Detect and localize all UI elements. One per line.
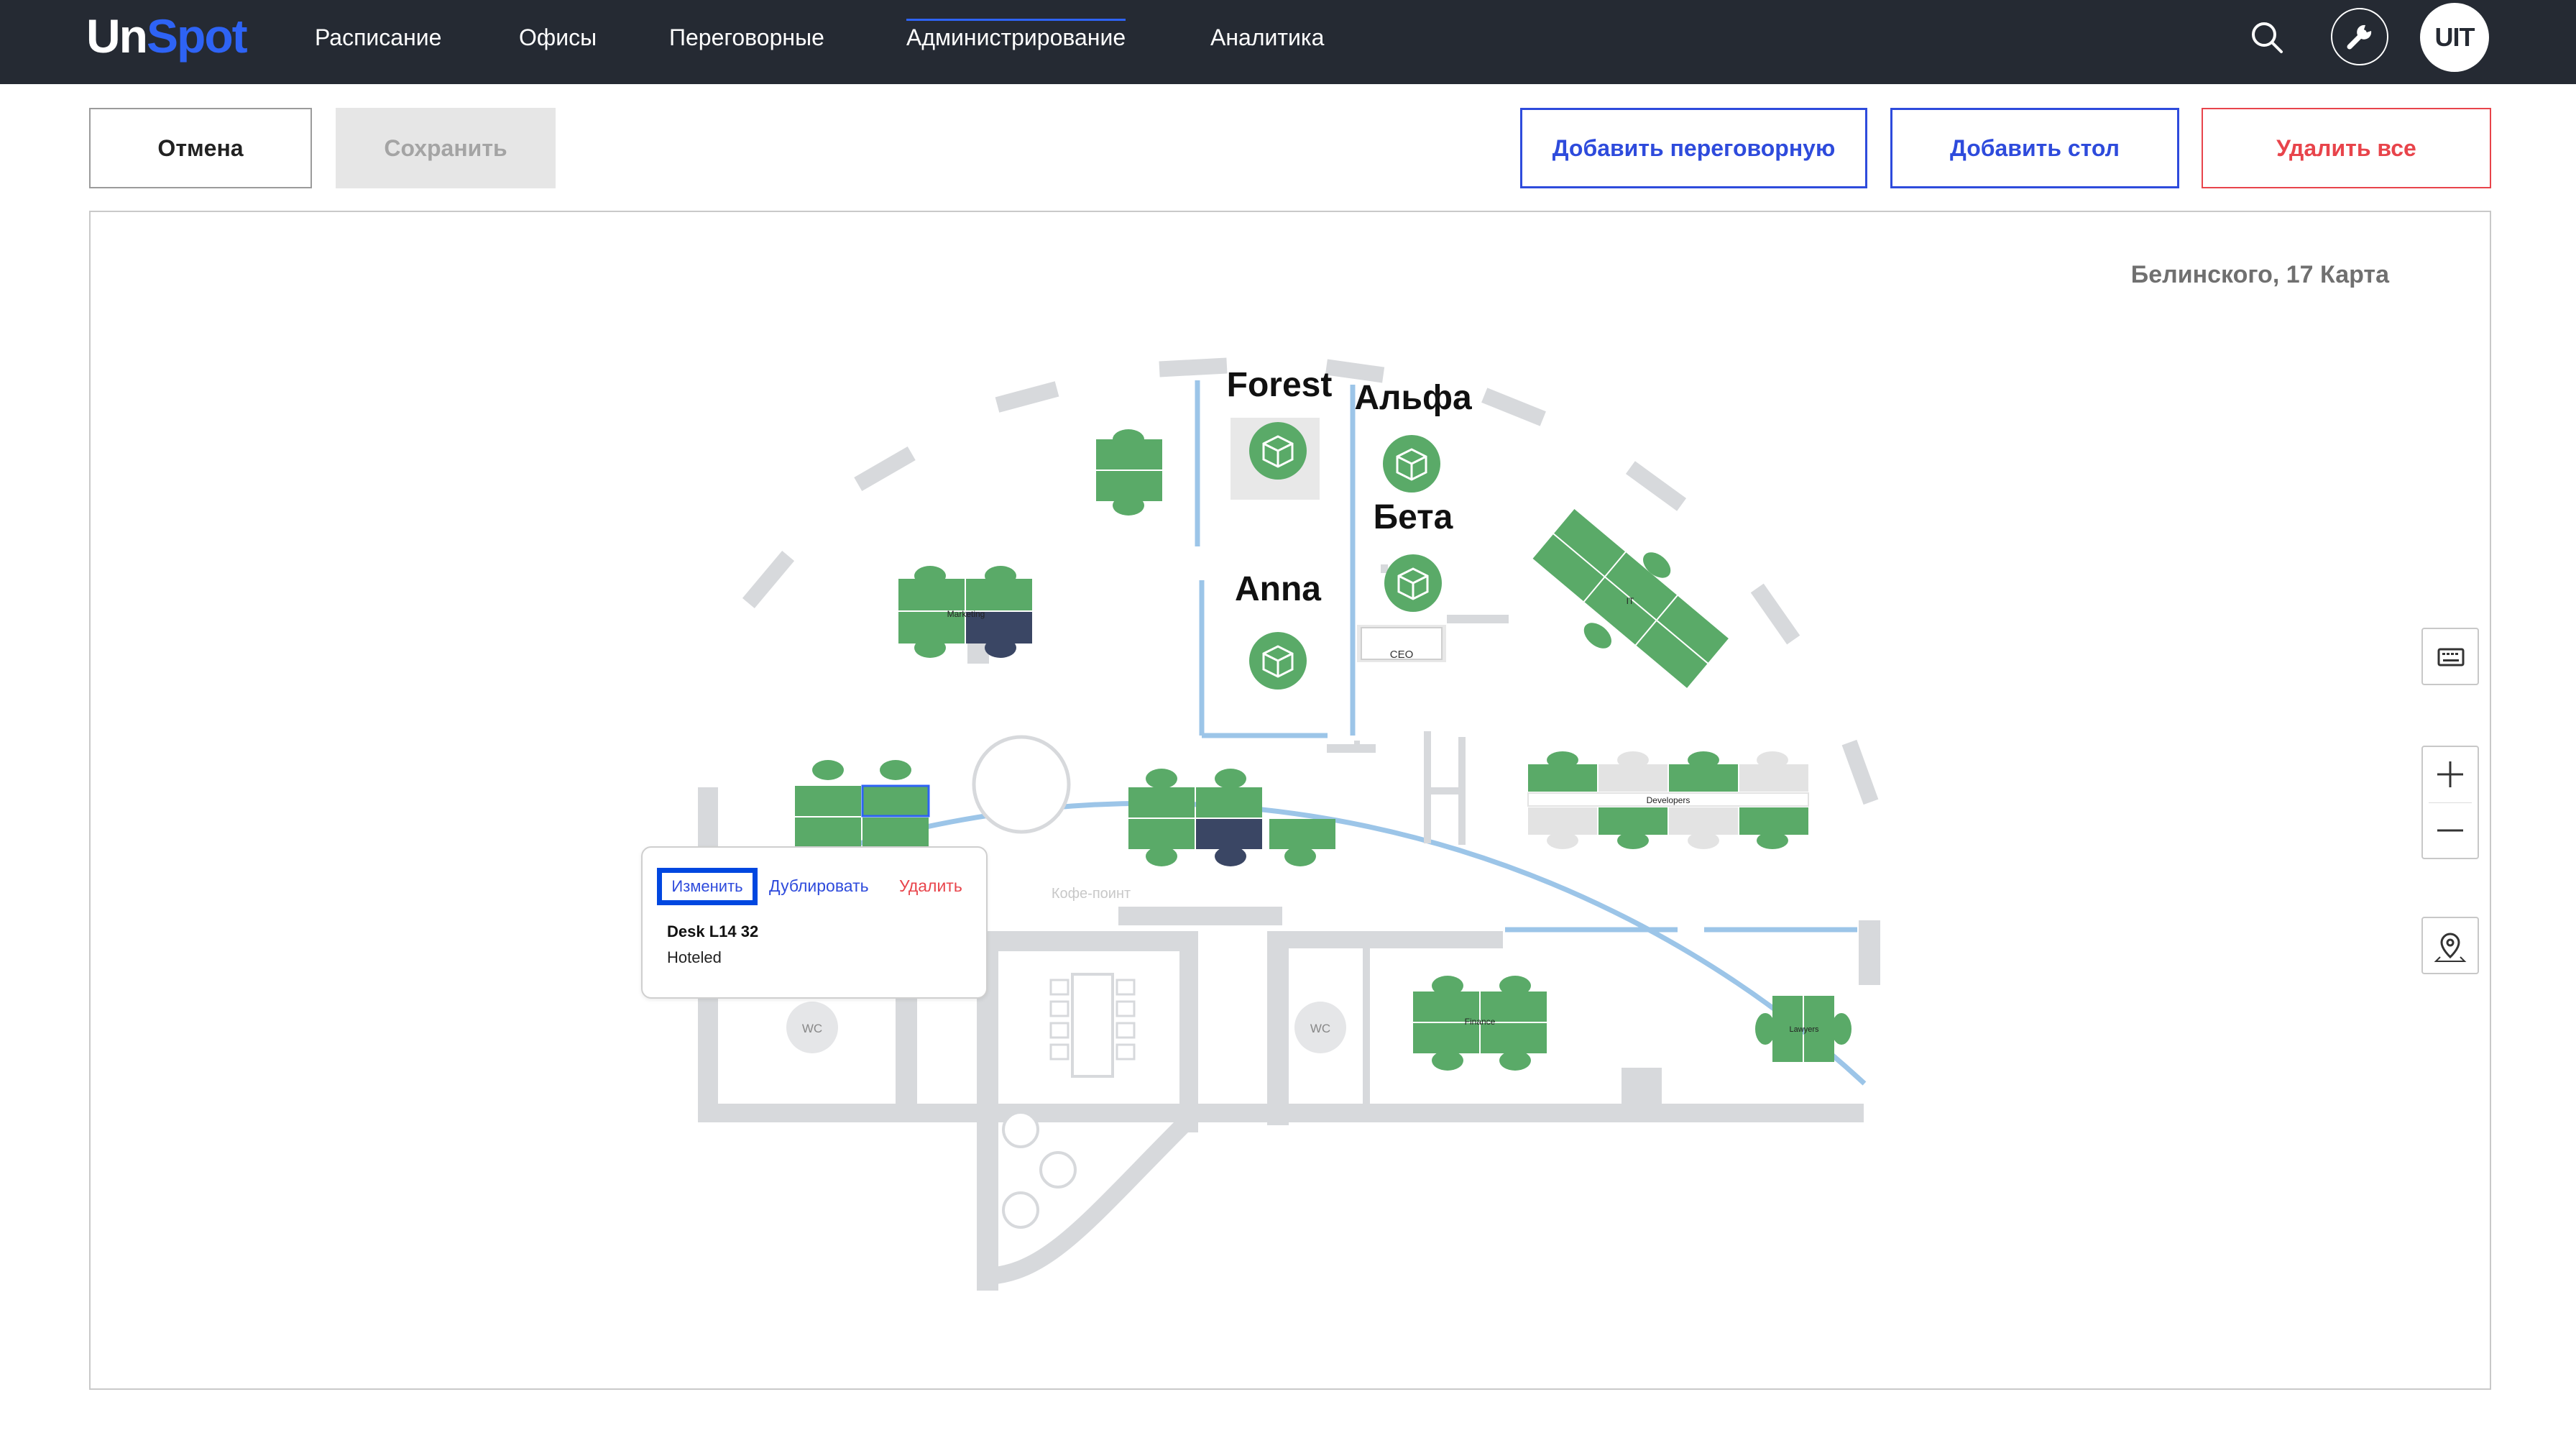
delete-desk-button[interactable]: Удалить — [899, 876, 962, 896]
logo-spot: Spot — [146, 9, 248, 63]
nav-offices[interactable]: Офисы — [519, 23, 597, 52]
zoom-in-icon — [2437, 761, 2463, 787]
developers-label: Developers — [1647, 795, 1690, 805]
cancel-button[interactable]: Отмена — [89, 108, 312, 188]
nav-administration[interactable]: Администрирование — [906, 19, 1126, 52]
logo-un: Un — [86, 9, 148, 63]
keyboard-icon — [2437, 648, 2465, 667]
room-marker-anna[interactable] — [1249, 632, 1307, 690]
unspot-logo[interactable]: UnSpot — [86, 6, 248, 66]
office-map-panel[interactable]: Белинского, 17 Карта Кофе-поинт WC WC Fo… — [89, 211, 2491, 1390]
round-table[interactable] — [972, 735, 1071, 834]
finance-label: Finance — [1465, 1017, 1496, 1027]
locate-button[interactable] — [2421, 917, 2479, 974]
room-label-forest: Forest — [1227, 366, 1333, 404]
top-navigation-bar: UnSpot Расписание Офисы Переговорные Адм… — [0, 0, 2576, 84]
desk-popup: Изменить Дублировать Удалить Desk L14 32… — [641, 846, 988, 999]
nav-meeting-rooms[interactable]: Переговорные — [669, 23, 824, 52]
desk-group-finance[interactable]: Finance — [1413, 976, 1547, 1071]
save-button[interactable]: Сохранить — [336, 108, 556, 188]
admin-tools-button[interactable] — [2331, 8, 2388, 65]
nav-analytics[interactable]: Аналитика — [1210, 23, 1324, 52]
nav-schedule[interactable]: Расписание — [315, 23, 441, 52]
room-label-beta: Бета — [1374, 498, 1453, 536]
floor-plan[interactable]: Кофе-поинт WC WC Forest Альфа Бета Anna — [91, 212, 2491, 1390]
edit-desk-button[interactable]: Изменить — [657, 868, 758, 905]
zoom-controls — [2421, 746, 2479, 859]
it-label: IT — [1627, 596, 1634, 606]
keyboard-shortcuts-button[interactable] — [2421, 628, 2479, 685]
zoom-in-button[interactable] — [2423, 747, 2478, 802]
desk-status: Hoteled — [667, 948, 722, 966]
desk-group-marketing[interactable]: Marketing — [898, 566, 1032, 658]
desk-group-developers[interactable]: Developers — [1527, 751, 1809, 849]
room-marker-alpha[interactable] — [1383, 435, 1440, 493]
location-pin-icon — [2434, 933, 2467, 962]
room-label-alpha: Альфа — [1354, 379, 1472, 417]
duplicate-desk-button[interactable]: Дублировать — [769, 876, 869, 896]
room-marker-beta[interactable] — [1384, 554, 1442, 612]
wc-left-label: WC — [802, 1022, 822, 1035]
room-label-anna: Anna — [1235, 570, 1321, 608]
add-desk-button[interactable]: Добавить стол — [1890, 108, 2179, 188]
search-icon[interactable] — [2250, 20, 2286, 56]
lounge-seats — [1002, 1111, 1077, 1229]
user-avatar[interactable]: UIT — [2420, 3, 2489, 72]
zoom-out-button[interactable] — [2423, 803, 2478, 858]
room-marker-forest[interactable] — [1249, 422, 1307, 480]
marketing-label: Marketing — [947, 609, 985, 619]
lawyers-label: Lawyers — [1790, 1025, 1819, 1034]
ceo-label: CEO — [1390, 649, 1414, 661]
desk-group-pr[interactable] — [1096, 429, 1162, 516]
zoom-out-icon — [2437, 829, 2463, 832]
wrench-icon — [2347, 24, 2372, 50]
delete-all-button[interactable]: Удалить все — [2202, 108, 2491, 188]
add-meeting-room-button[interactable]: Добавить переговорную — [1520, 108, 1867, 188]
coffee-point-label: Кофе-поинт — [1052, 886, 1131, 902]
desk-name: Desk L14 32 — [667, 922, 759, 940]
conference-table[interactable] — [1071, 973, 1114, 1078]
wc-right-label: WC — [1310, 1022, 1330, 1035]
